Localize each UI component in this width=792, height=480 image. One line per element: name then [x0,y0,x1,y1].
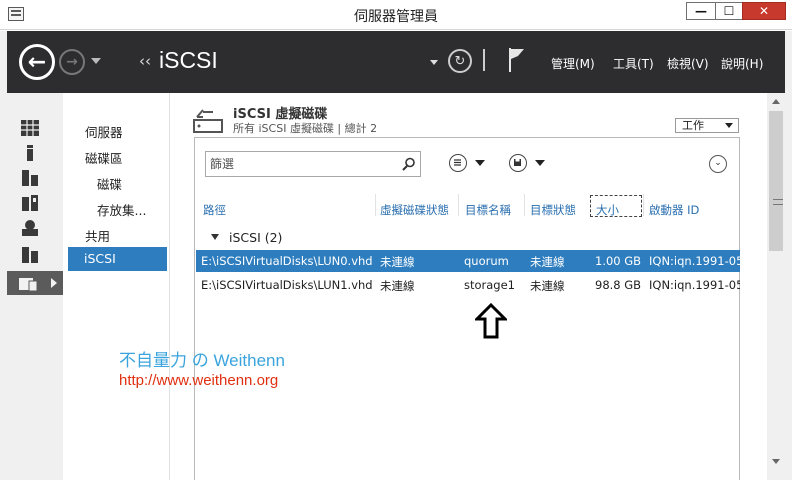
column-header-target-name[interactable]: 目標名稱 [465,202,511,218]
close-button[interactable]: ✕ [742,2,786,20]
window-left-border [0,31,7,480]
grip-icon [773,199,783,205]
header-divider [483,49,485,71]
menu-tools[interactable]: 工具(T) [613,55,654,72]
history-dropdown-icon[interactable] [91,58,101,64]
window-right-border [785,31,792,480]
expand-collapse-button[interactable]: ⌄ [709,155,727,173]
save-query-button[interactable] [509,154,549,172]
file-services-icon[interactable] [21,195,39,211]
title-bar: 伺服器管理員 — ☐ ✕ [0,0,792,30]
cell-path: E:\iSCSIVirtualDisks\LUN0.vhd [201,254,373,268]
breadcrumb-current: iSCSI [159,47,218,73]
table-row[interactable]: E:\iSCSIVirtualDisks\LUN0.vhd 未連線 quorum… [196,250,740,272]
menu-manage[interactable]: 管理(M) [551,55,595,72]
notifications-flag-icon[interactable] [507,47,527,73]
iis-icon[interactable] [21,220,39,236]
watermark-title: 不自量力 の Weithenn [119,351,285,370]
iscsi-virtual-disk-icon [193,109,223,133]
column-header-size[interactable]: 大小 [596,202,619,218]
maximize-button[interactable]: ☐ [715,2,743,20]
tasks-dropdown[interactable]: 工作 [675,118,739,133]
breadcrumb-dropdown-icon[interactable] [430,60,438,65]
breadcrumb-separator: ‹‹ [139,52,151,70]
list-options-button[interactable] [449,154,489,172]
chevron-down-icon [475,160,485,166]
header-bar: ← → ‹‹ iSCSI ↻ 管理(M) 工具(T) 檢視(V) 說明(H) [7,31,785,93]
minimize-button[interactable]: — [686,2,716,20]
nav-item-disks[interactable]: 磁碟 [97,174,122,193]
nav-item-volumes[interactable]: 磁碟區 [85,148,123,167]
cell-size: 98.8 GB [595,278,642,292]
file-storage-services-selected[interactable] [7,271,63,295]
collapse-triangle-icon [211,234,219,240]
cell-target-name: quorum [464,254,509,268]
column-header-target-status[interactable]: 目標狀態 [530,202,576,218]
back-button[interactable]: ← [19,44,55,80]
group-header-iscsi[interactable]: iSCSI (2) [211,230,282,245]
vertical-scrollbar[interactable] [767,93,785,480]
up-arrow-annotation-icon [475,303,507,339]
filter-input[interactable]: 篩選 [205,151,421,177]
all-servers-icon[interactable] [21,170,39,186]
dashboard-icon[interactable] [21,120,39,136]
cell-disk-status: 未連線 [380,255,415,269]
column-header-disk-status[interactable]: 虛擬磁碟狀態 [380,202,449,218]
column-divider [524,194,525,216]
refresh-button[interactable]: ↻ [448,49,472,73]
menu-view[interactable]: 檢視(V) [667,55,709,72]
cell-target-status: 未連線 [530,279,565,293]
nav-item-storage-pools[interactable]: 存放集... [97,200,146,219]
menu-help[interactable]: 說明(H) [721,55,763,72]
cell-initiator-id: IQN:iqn.1991-05 [649,254,740,268]
filter-placeholder: 篩選 [210,157,235,171]
main-content: iSCSI 虛擬磁碟 所有 iSCSI 虛擬磁碟 | 總計 2 工作 篩選 ⌄ … [170,93,767,480]
chevron-down-icon [535,160,545,166]
list-icon [449,154,467,172]
nav-item-shares[interactable]: 共用 [85,226,110,245]
save-icon [509,154,527,172]
scroll-thumb[interactable] [769,111,783,251]
folder-server-icon [19,278,38,291]
iscsi-disks-panel: 篩選 ⌄ 路徑 虛擬磁碟狀態 目標名稱 目標狀態 大小 啟動器 ID iSCSI… [194,137,740,480]
column-divider [458,194,459,216]
cell-target-name: storage1 [464,278,516,292]
cell-initiator-id: IQN:iqn.1991-05 [649,278,740,292]
column-header-path[interactable]: 路徑 [203,202,226,218]
group-label: iSCSI (2) [229,230,283,245]
nav-item-iscsi[interactable]: iSCSI [68,247,167,271]
scroll-up-icon[interactable] [772,99,780,104]
storage-services-icon[interactable] [21,247,39,263]
scroll-down-icon[interactable] [772,459,780,464]
column-header-initiator-id[interactable]: 啟動器 ID [649,202,699,218]
local-server-icon[interactable] [21,145,39,161]
column-divider [643,194,644,216]
watermark-url: http://www.weithenn.org [119,372,279,389]
tile-subtitle: 所有 iSCSI 虛擬磁碟 | 總計 2 [233,122,378,135]
cell-path: E:\iSCSIVirtualDisks\LUN1.vhd [201,278,373,292]
nav-item-servers[interactable]: 伺服器 [85,122,123,141]
cell-size: 1.00 GB [595,254,642,268]
column-divider [375,194,376,216]
cell-target-status: 未連線 [530,255,565,269]
expand-arrow-icon [51,278,57,288]
forward-button[interactable]: → [59,49,85,75]
search-icon[interactable] [402,157,416,171]
navigation-pane: 伺服器 磁碟區 磁碟 存放集... 共用 iSCSI [63,93,170,480]
cell-disk-status: 未連線 [380,279,415,293]
window-title: 伺服器管理員 [354,9,438,25]
table-row[interactable]: E:\iSCSIVirtualDisks\LUN1.vhd 未連線 storag… [196,274,740,296]
navigation-icon-strip [7,93,63,480]
